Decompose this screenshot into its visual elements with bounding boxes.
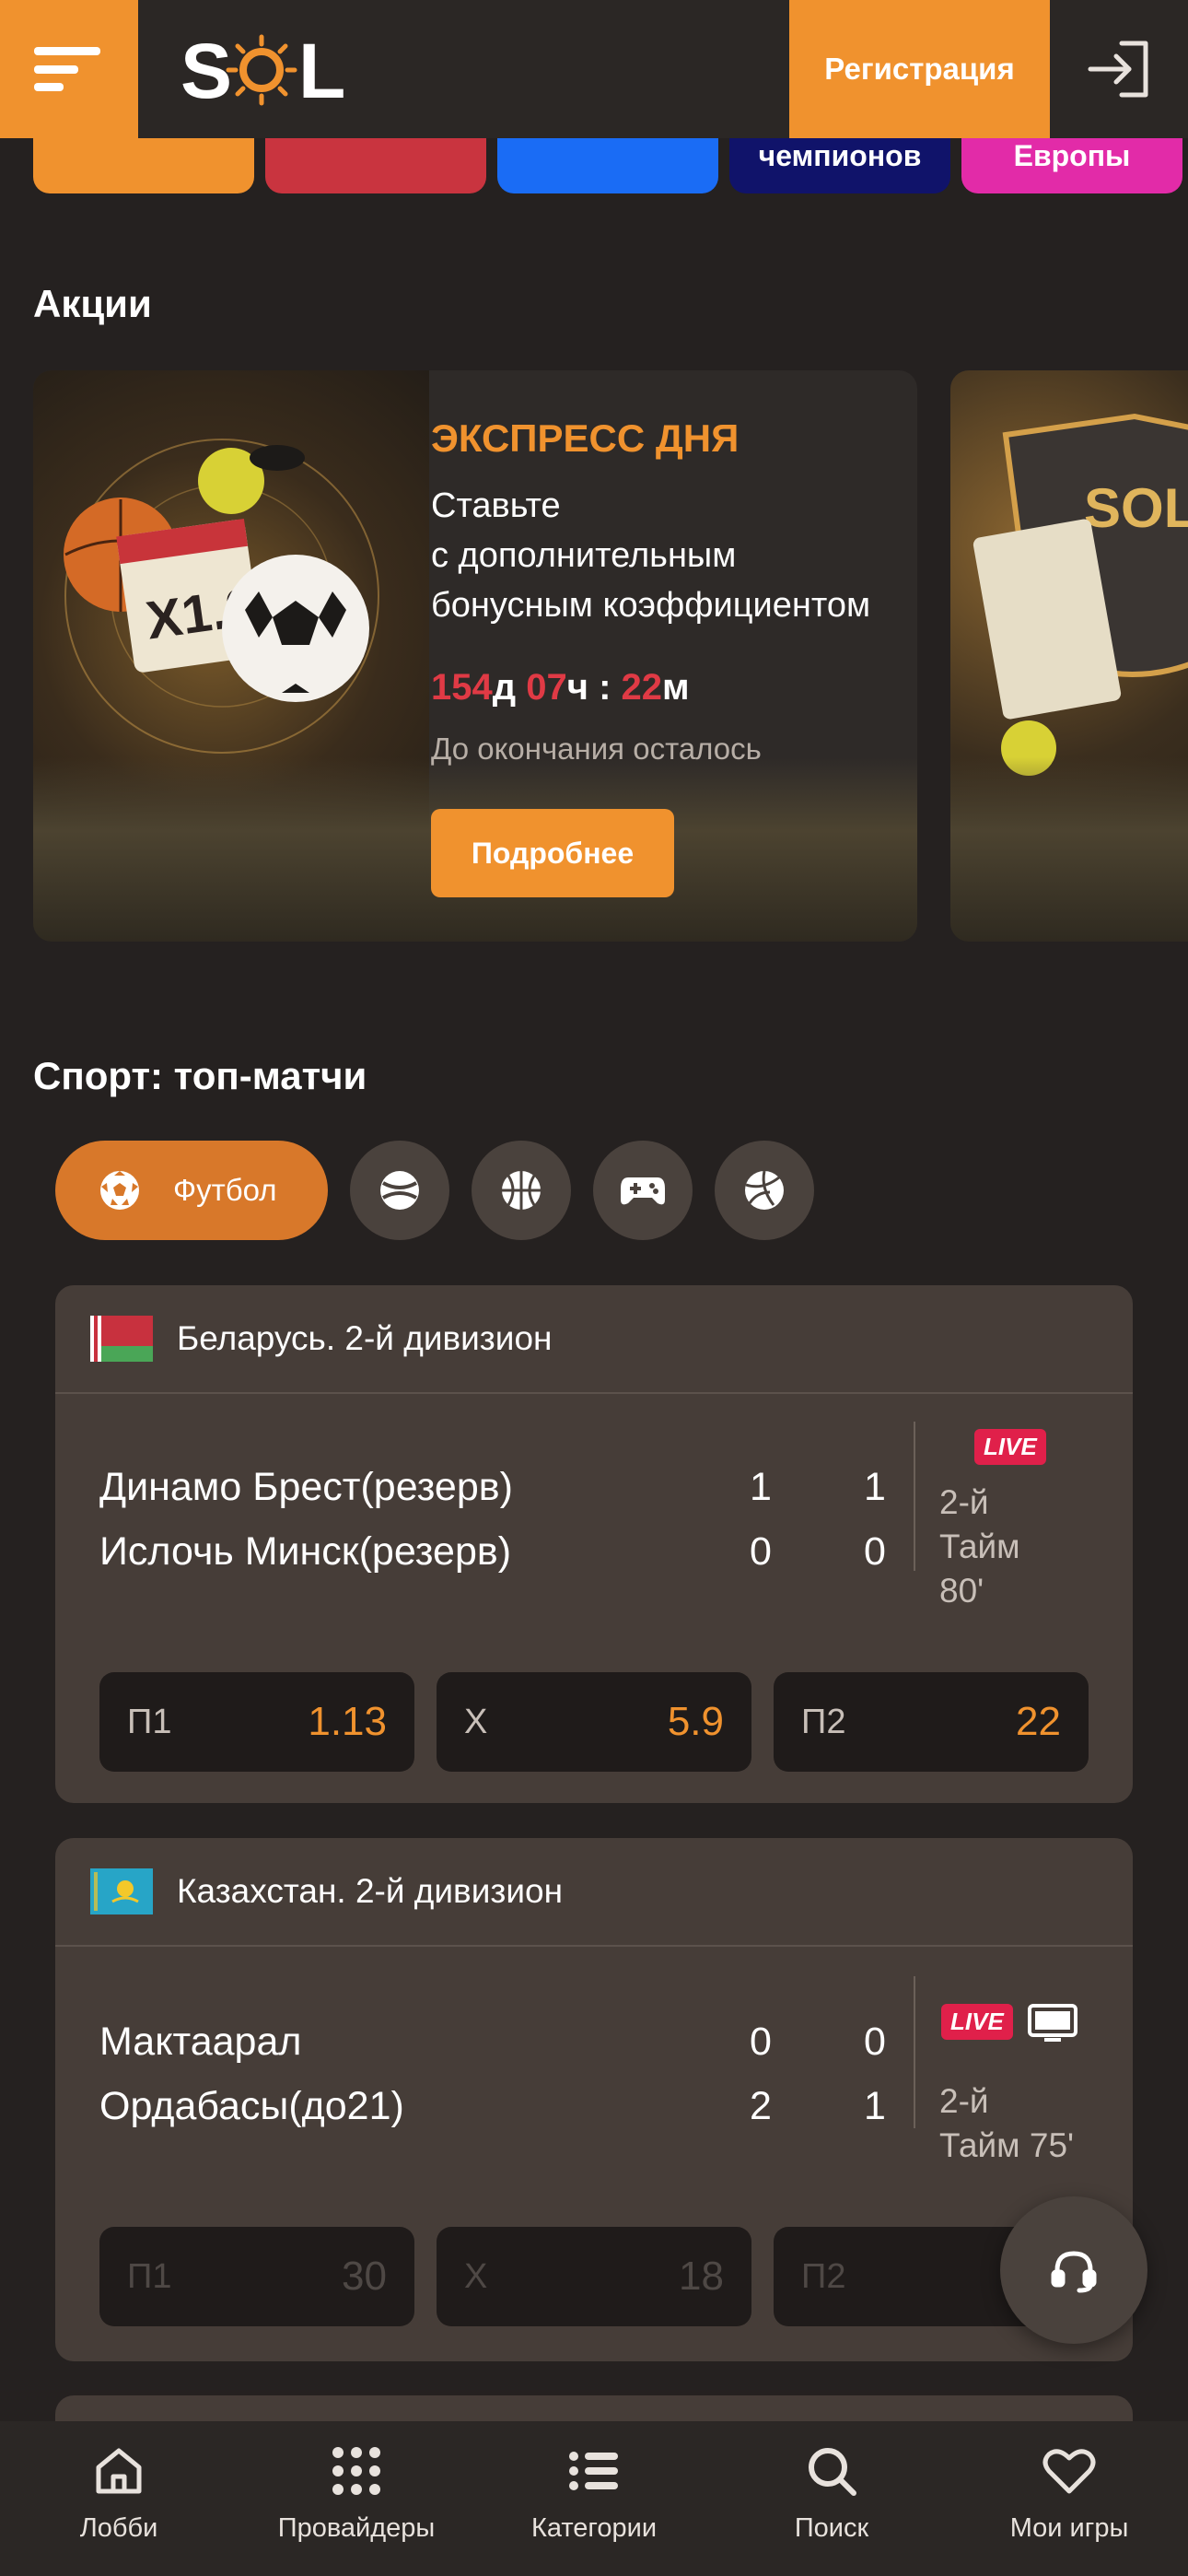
filter-volleyball[interactable] bbox=[715, 1141, 814, 1240]
nav-label: Провайдеры bbox=[277, 2513, 436, 2543]
login-icon bbox=[1088, 41, 1148, 98]
filter-basketball[interactable] bbox=[472, 1141, 571, 1240]
kazakhstan-flag-icon bbox=[90, 1868, 153, 1914]
score-away-half: 0 bbox=[864, 1529, 886, 1574]
team-away: Ислочь Минск(резерв) bbox=[99, 1529, 512, 1574]
nav-label: Лобби bbox=[79, 2513, 158, 2543]
promos-title: Акции bbox=[33, 282, 152, 325]
league-name: Беларусь. 2-й дивизион bbox=[177, 1319, 553, 1357]
odd-button-draw[interactable]: Х 5.9 bbox=[437, 1672, 751, 1772]
odd-button-draw[interactable]: Х 18 bbox=[437, 2227, 751, 2326]
volleyball-icon bbox=[745, 1170, 784, 1210]
team-home: Мактаарал bbox=[99, 2020, 302, 2064]
gamepad-icon bbox=[621, 1177, 665, 1205]
filter-football[interactable]: Футбол bbox=[55, 1141, 328, 1240]
filter-football-label: Футбол bbox=[173, 1173, 277, 1207]
grid-icon bbox=[332, 2447, 380, 2495]
filter-tennis[interactable] bbox=[350, 1141, 449, 1240]
score-away: 0 bbox=[750, 1529, 772, 1574]
match-period: 2-й Тайм 80' bbox=[939, 1483, 1020, 1610]
odd-button-p1[interactable]: П1 1.13 bbox=[99, 1672, 414, 1772]
top-header: S L Регистрация bbox=[0, 0, 1188, 138]
support-button[interactable] bbox=[1000, 2196, 1147, 2344]
score-divider bbox=[914, 1422, 915, 1571]
nav-categories[interactable]: Категории bbox=[475, 2421, 713, 2576]
score-divider bbox=[914, 1976, 915, 2128]
league-header: Казахстан. 2-й дивизион bbox=[55, 1838, 1133, 1947]
sol-logo[interactable]: S L bbox=[181, 26, 346, 112]
score-home-half: 1 bbox=[864, 1465, 886, 1509]
live-badge: LIVE bbox=[941, 2004, 1013, 2040]
match-card[interactable]: Беларусь. 2-й дивизион Динамо Брест(резе… bbox=[55, 1285, 1133, 1803]
nav-label: Категории bbox=[530, 2513, 658, 2543]
promo-details-button[interactable]: Подробнее bbox=[431, 809, 674, 897]
match-card[interactable]: Казахстан. 2-й дивизион Мактаарал Ордаба… bbox=[55, 1838, 1133, 2361]
nav-label: Мои игры bbox=[1009, 2513, 1129, 2543]
team-home: Динамо Брест(резерв) bbox=[99, 1465, 513, 1509]
home-icon bbox=[96, 2448, 142, 2494]
svg-text:S: S bbox=[181, 28, 232, 112]
top-category-chips: чемпионов Европы bbox=[0, 101, 1188, 195]
league-name: Казахстан. 2-й дивизион bbox=[177, 1872, 564, 1910]
promo-second-badge: SOL bbox=[1084, 477, 1188, 539]
score-home-half: 0 bbox=[864, 2020, 886, 2064]
score-away: 2 bbox=[750, 2084, 772, 2128]
score-home: 0 bbox=[750, 2020, 772, 2064]
hamburger-icon bbox=[34, 47, 100, 91]
menu-button[interactable] bbox=[0, 0, 138, 138]
heart-icon bbox=[1042, 2449, 1096, 2494]
nav-label: Поиск bbox=[794, 2513, 869, 2543]
svg-text:L: L bbox=[298, 28, 345, 112]
bottom-navigation: Лобби Провайдеры Категории Поиск Мои игр… bbox=[0, 2421, 1188, 2576]
tennis-ball-icon bbox=[380, 1171, 419, 1210]
football-icon bbox=[100, 1171, 139, 1210]
promo-title: ЭКСПРЕСС ДНЯ bbox=[431, 416, 740, 460]
register-button[interactable]: Регистрация bbox=[789, 0, 1050, 138]
score-home: 1 bbox=[750, 1465, 772, 1509]
headset-icon bbox=[1051, 2251, 1097, 2293]
sport-title: Спорт: топ-матчи bbox=[33, 1054, 367, 1097]
live-badge: LIVE bbox=[974, 1429, 1046, 1465]
login-button[interactable] bbox=[1050, 0, 1188, 138]
nav-providers[interactable]: Провайдеры bbox=[238, 2421, 475, 2576]
search-icon bbox=[809, 2448, 856, 2496]
list-icon bbox=[569, 2452, 618, 2490]
nav-my-games[interactable]: Мои игры bbox=[950, 2421, 1188, 2576]
tv-stream-icon[interactable] bbox=[1028, 2004, 1077, 2044]
nav-search[interactable]: Поиск bbox=[713, 2421, 950, 2576]
promo-card-next[interactable]: SOL bbox=[950, 370, 1188, 942]
promo-card[interactable]: X1.2 ЭКСПРЕСС ДНЯ Ставьте с дополнительн… bbox=[33, 370, 917, 942]
promo-timer: 154д 07ч : 22м bbox=[431, 667, 690, 708]
nav-lobby[interactable]: Лобби bbox=[0, 2421, 238, 2576]
belarus-flag-icon bbox=[90, 1316, 153, 1362]
promo-description: Ставьте с дополнительным бонусным коэффи… bbox=[431, 486, 871, 625]
promo-timer-caption: До окончания осталось bbox=[431, 732, 762, 766]
basketball-icon bbox=[502, 1171, 541, 1210]
match-period: 2-й Тайм 75' bbox=[939, 2082, 1075, 2164]
team-away: Ордабасы(до21) bbox=[99, 2084, 404, 2128]
odd-button-p2[interactable]: П2 22 bbox=[774, 1672, 1089, 1772]
league-header: Беларусь. 2-й дивизион bbox=[55, 1285, 1133, 1394]
filter-esports[interactable] bbox=[593, 1141, 693, 1240]
sol-logo-mark: S L bbox=[181, 28, 345, 112]
score-away-half: 1 bbox=[864, 2084, 886, 2128]
odd-button-p1[interactable]: П1 30 bbox=[99, 2227, 414, 2326]
